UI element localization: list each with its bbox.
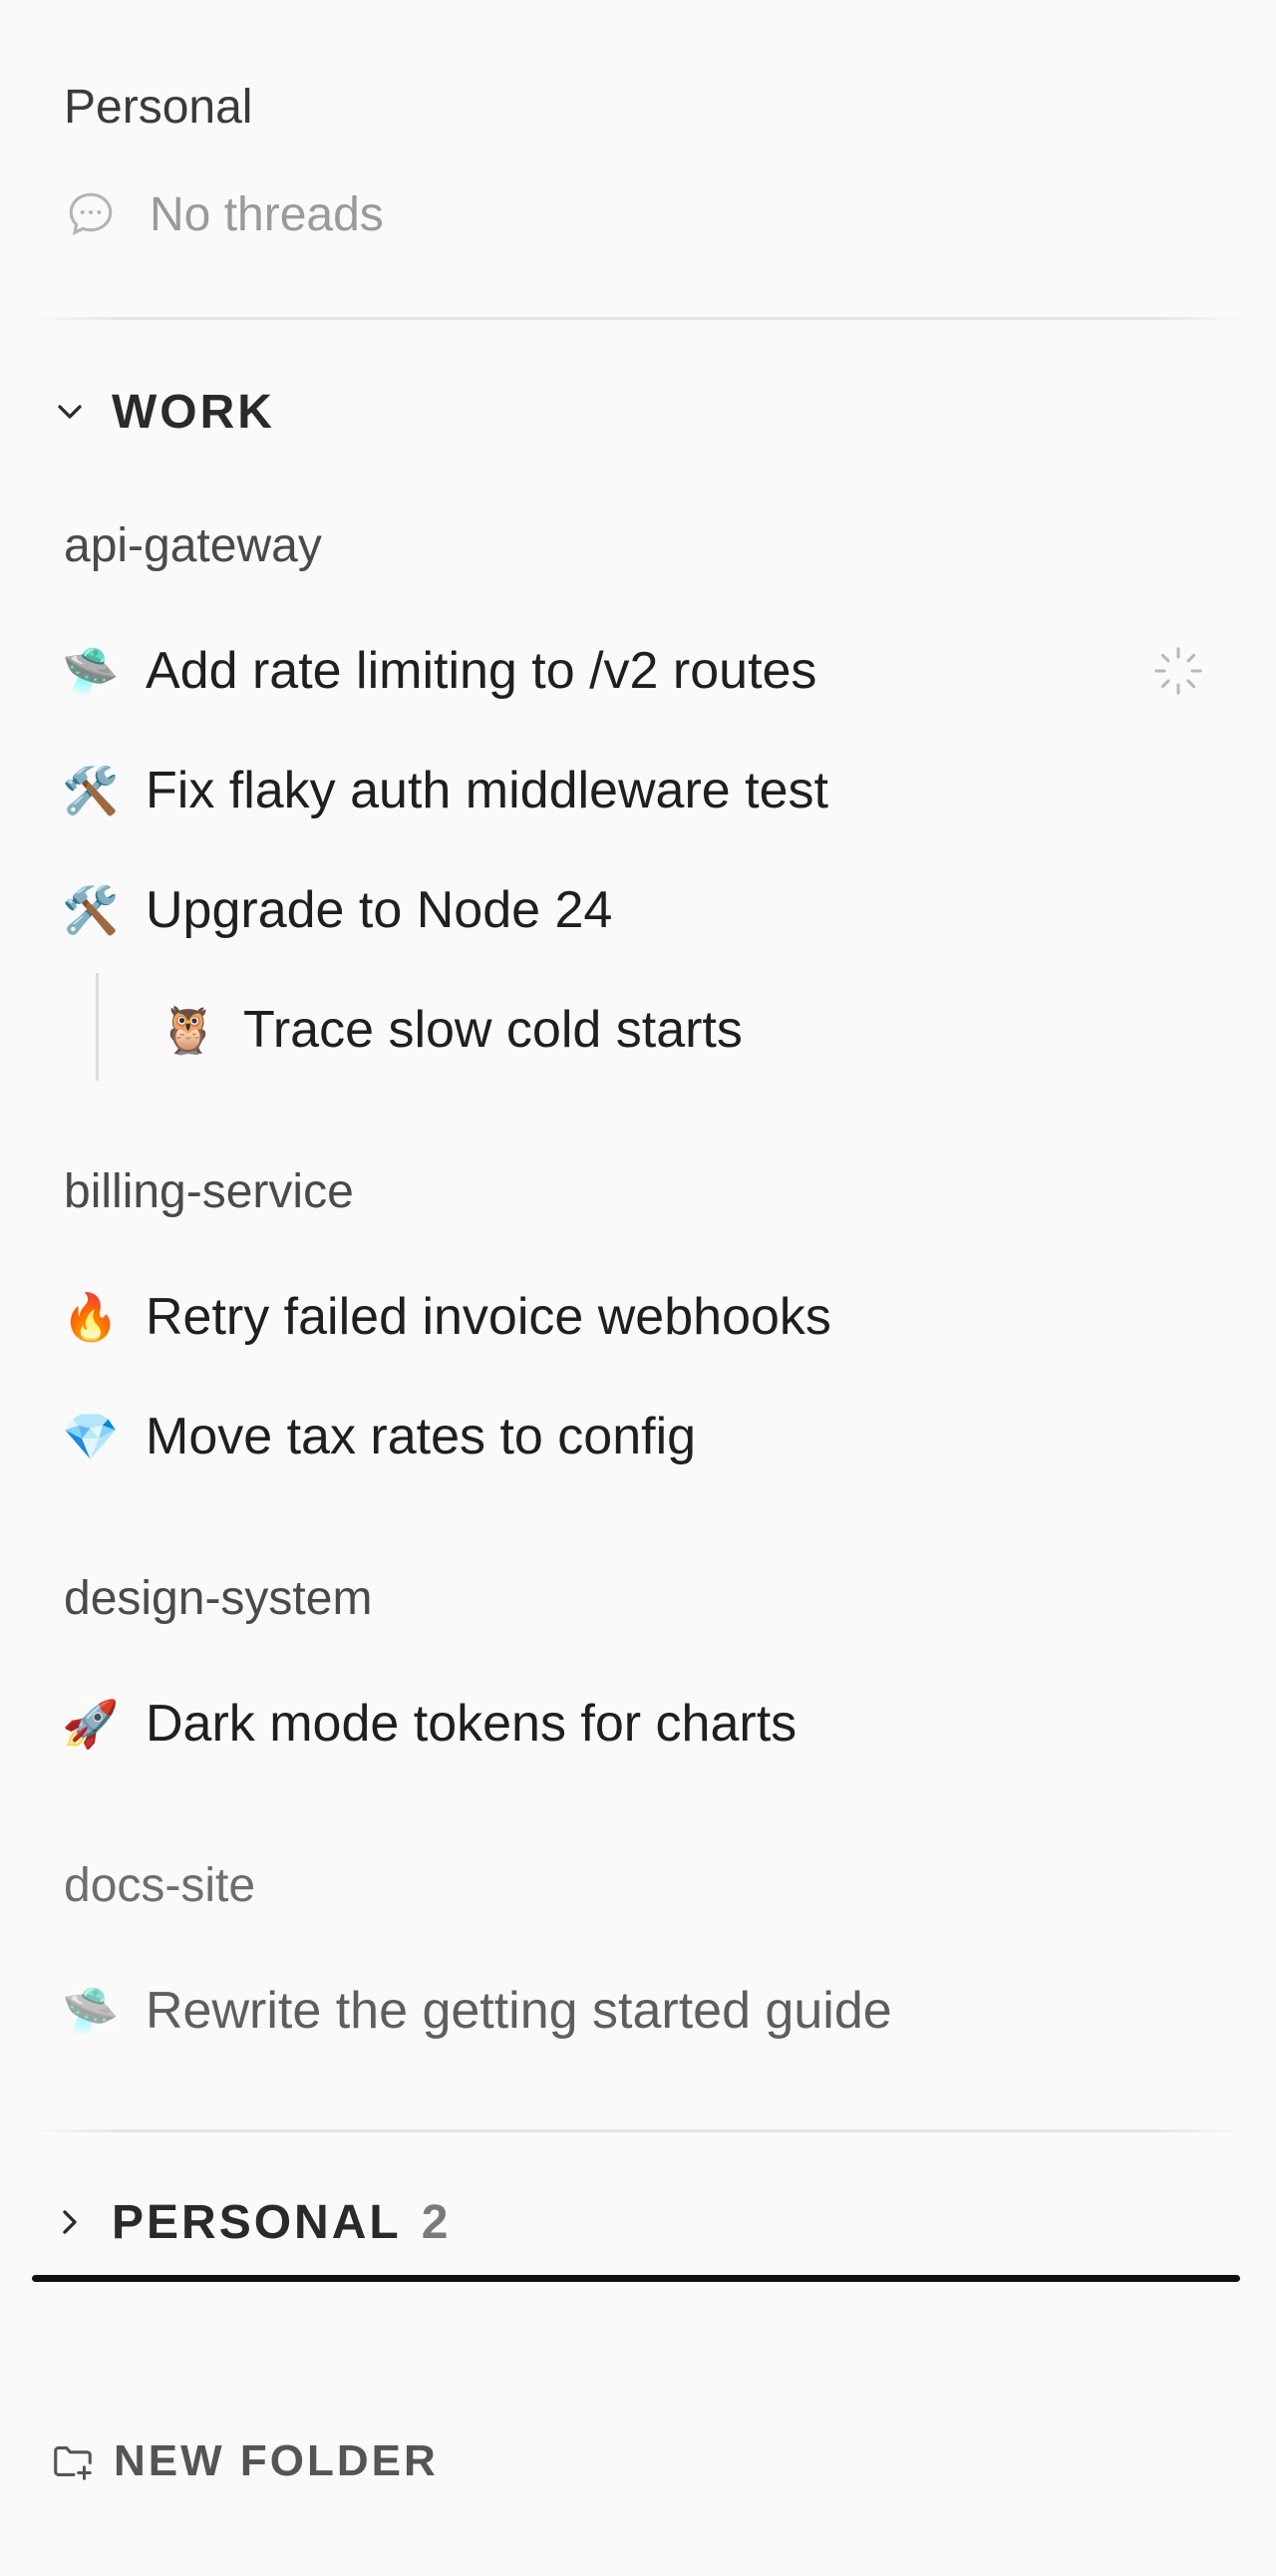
spinner-icon: [1154, 647, 1202, 695]
section-header-personal[interactable]: PERSONAL 2: [50, 2187, 448, 2257]
thread-title: Upgrade to Node 24: [146, 881, 613, 939]
new-folder-button[interactable]: NEW FOLDER: [50, 2426, 439, 2496]
project-label: billing-service: [64, 1165, 354, 1218]
rocket-icon: 🚀: [62, 1697, 120, 1751]
chat-bubble-icon: [69, 192, 113, 235]
thread-item[interactable]: 🛠️ Upgrade to Node 24: [62, 865, 1218, 955]
hammer-wrench-icon: 🛠️: [62, 883, 120, 937]
project-label: api-gateway: [64, 519, 322, 572]
empty-state: No threads: [64, 179, 384, 249]
thread-item[interactable]: 🛠️ Fix flaky auth middleware test: [62, 746, 1218, 835]
chevron-down-icon: [58, 405, 82, 419]
divider: [32, 317, 1244, 320]
owl-icon: 🦉: [160, 1003, 217, 1057]
ufo-icon: 🛸: [62, 644, 120, 698]
thread-item[interactable]: 🚀 Dark mode tokens for charts: [62, 1679, 1218, 1769]
section-count: 2: [421, 2195, 449, 2249]
section-title: WORK: [112, 385, 275, 439]
folder-plus-icon: [54, 2446, 92, 2480]
empty-state-text: No threads: [150, 187, 384, 241]
thread-item[interactable]: 🔥 Retry failed invoice webhooks: [62, 1272, 1218, 1362]
project-label: design-system: [64, 1572, 373, 1625]
new-folder-label: NEW FOLDER: [114, 2436, 439, 2485]
ufo-icon: 🛸: [62, 1984, 120, 2038]
thread-title: Retry failed invoice webhooks: [146, 1288, 831, 1346]
thread-title: Fix flaky auth middleware test: [146, 762, 828, 819]
thread-title: Trace slow cold starts: [243, 1001, 743, 1059]
thread-title: Dark mode tokens for charts: [146, 1695, 798, 1753]
subthread-item[interactable]: 🦉 Trace slow cold starts: [160, 985, 1216, 1075]
subthread-connector: [96, 973, 99, 1081]
project-label: docs-site: [64, 1859, 256, 1912]
thread-item[interactable]: 🛸 Add rate limiting to /v2 routes: [62, 626, 1218, 716]
fire-icon: 🔥: [62, 1290, 120, 1344]
thread-item[interactable]: 💎 Move tax rates to config: [62, 1392, 1218, 1481]
thread-item[interactable]: 🛸 Rewrite the getting started guide: [62, 1966, 1218, 2056]
drop-indicator: [32, 2275, 1240, 2282]
section-header-work[interactable]: WORK: [50, 377, 275, 447]
thread-title: Rewrite the getting started guide: [146, 1982, 892, 2040]
thread-title: Add rate limiting to /v2 routes: [146, 642, 817, 700]
chevron-right-icon: [63, 2210, 77, 2234]
gem-icon: 💎: [62, 1410, 120, 1463]
thread-title: Move tax rates to config: [146, 1408, 697, 1465]
hammer-wrench-icon: 🛠️: [62, 764, 120, 817]
section-title: PERSONAL: [112, 2195, 402, 2249]
personal-group-label: Personal: [64, 81, 253, 134]
divider: [32, 2129, 1244, 2132]
